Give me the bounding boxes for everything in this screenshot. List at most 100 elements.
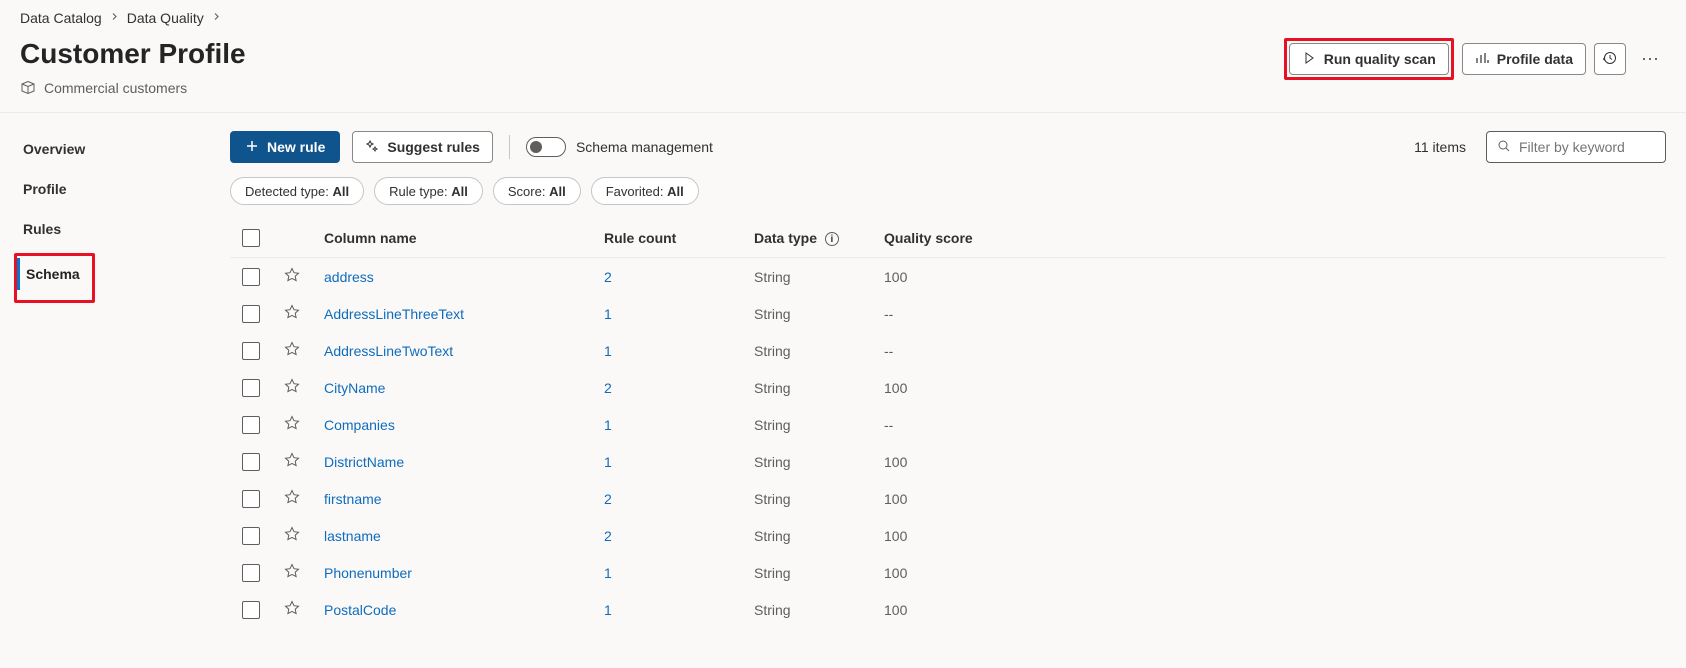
column-name-link[interactable]: lastname xyxy=(324,528,381,544)
row-checkbox[interactable] xyxy=(242,268,260,286)
row-checkbox[interactable] xyxy=(242,601,260,619)
table-row: DistrictName1String100 xyxy=(230,443,1666,480)
schema-management-label: Schema management xyxy=(576,139,713,155)
table-row: address 2 String 100 xyxy=(230,258,1666,296)
nav-rules[interactable]: Rules xyxy=(14,213,196,245)
column-name-link[interactable]: AddressLineTwoText xyxy=(324,343,453,359)
data-type-value: String xyxy=(754,306,791,322)
play-icon xyxy=(1302,51,1316,68)
nav-overview[interactable]: Overview xyxy=(14,133,196,165)
sparkle-icon xyxy=(365,139,379,156)
filter-pill-row: Detected type: All Rule type: All Score:… xyxy=(230,177,1666,205)
column-name-link[interactable]: firstname xyxy=(324,491,382,507)
column-name-link[interactable]: AddressLineThreeText xyxy=(324,306,464,322)
favorited-filter[interactable]: Favorited: All xyxy=(591,177,699,205)
table-row: lastname2String100 xyxy=(230,517,1666,554)
profile-data-label: Profile data xyxy=(1497,51,1573,67)
rule-type-filter[interactable]: Rule type: All xyxy=(374,177,483,205)
table-row: Companies1String-- xyxy=(230,406,1666,443)
star-icon[interactable] xyxy=(284,418,300,434)
rule-count-link[interactable]: 2 xyxy=(604,380,612,396)
run-quality-scan-button[interactable]: Run quality scan xyxy=(1289,43,1449,75)
more-actions-button[interactable]: ⋯ xyxy=(1634,43,1666,75)
history-button[interactable] xyxy=(1594,43,1626,75)
row-checkbox[interactable] xyxy=(242,305,260,323)
column-name-link[interactable]: Phonenumber xyxy=(324,565,412,581)
select-all-checkbox[interactable] xyxy=(242,229,260,247)
toggle-thumb xyxy=(530,141,542,153)
history-icon xyxy=(1603,51,1617,68)
star-icon[interactable] xyxy=(284,307,300,323)
data-type-value: String xyxy=(754,565,791,581)
breadcrumb: Data Catalog Data Quality xyxy=(20,10,1666,26)
quality-score-value: 100 xyxy=(884,454,907,470)
star-icon[interactable] xyxy=(284,529,300,545)
profile-data-button[interactable]: Profile data xyxy=(1462,43,1586,75)
detected-type-filter[interactable]: Detected type: All xyxy=(230,177,364,205)
table-row: firstname2String100 xyxy=(230,480,1666,517)
rule-count-link[interactable]: 1 xyxy=(604,343,612,359)
data-type-value: String xyxy=(754,417,791,433)
row-checkbox[interactable] xyxy=(242,564,260,582)
row-checkbox[interactable] xyxy=(242,342,260,360)
star-icon[interactable] xyxy=(284,492,300,508)
header-quality-score[interactable]: Quality score xyxy=(872,221,1022,258)
new-rule-label: New rule xyxy=(267,139,325,155)
table-row: Phonenumber 1 String 100 xyxy=(230,554,1666,591)
side-nav: Overview Profile Rules Schema xyxy=(0,113,210,648)
rule-count-link[interactable]: 2 xyxy=(604,528,612,544)
filter-input-wrap[interactable] xyxy=(1486,131,1666,163)
info-icon[interactable]: i xyxy=(825,232,839,246)
rule-count-link[interactable]: 1 xyxy=(604,602,612,618)
item-count: 11 items xyxy=(1414,139,1466,155)
rule-count-link[interactable]: 2 xyxy=(604,491,612,507)
quality-score-value: 100 xyxy=(884,565,907,581)
quality-score-value: 100 xyxy=(884,380,907,396)
row-checkbox[interactable] xyxy=(242,527,260,545)
header-column-name[interactable]: Column name xyxy=(312,221,592,258)
score-filter[interactable]: Score: All xyxy=(493,177,581,205)
rule-count-link[interactable]: 1 xyxy=(604,454,612,470)
row-checkbox[interactable] xyxy=(242,379,260,397)
breadcrumb-item[interactable]: Data Catalog xyxy=(20,10,102,26)
row-checkbox[interactable] xyxy=(242,490,260,508)
run-quality-scan-label: Run quality scan xyxy=(1324,51,1436,67)
toolbar: New rule Suggest rules Schema managem xyxy=(230,131,1666,163)
rule-count-link[interactable]: 2 xyxy=(604,269,612,285)
rule-count-link[interactable]: 1 xyxy=(604,565,612,581)
quality-score-value: -- xyxy=(884,306,893,322)
column-name-link[interactable]: address xyxy=(324,269,374,285)
column-name-link[interactable]: DistrictName xyxy=(324,454,404,470)
data-type-value: String xyxy=(754,269,791,285)
column-name-link[interactable]: CityName xyxy=(324,380,385,396)
nav-profile[interactable]: Profile xyxy=(14,173,196,205)
data-type-value: String xyxy=(754,343,791,359)
column-name-link[interactable]: Companies xyxy=(324,417,395,433)
filter-keyword-input[interactable] xyxy=(1519,139,1655,155)
header-rule-count[interactable]: Rule count xyxy=(592,221,742,258)
rule-count-link[interactable]: 1 xyxy=(604,417,612,433)
data-type-value: String xyxy=(754,380,791,396)
quality-score-value: 100 xyxy=(884,269,907,285)
star-icon[interactable] xyxy=(284,381,300,397)
bar-chart-icon xyxy=(1475,51,1489,68)
star-icon[interactable] xyxy=(284,566,300,582)
star-icon[interactable] xyxy=(284,603,300,619)
star-icon[interactable] xyxy=(284,455,300,471)
star-icon[interactable] xyxy=(284,344,300,360)
row-checkbox[interactable] xyxy=(242,453,260,471)
chevron-right-icon xyxy=(212,12,221,24)
schema-management-toggle[interactable]: Schema management xyxy=(526,137,713,157)
new-rule-button[interactable]: New rule xyxy=(230,131,340,163)
suggest-rules-button[interactable]: Suggest rules xyxy=(352,131,493,163)
header-data-type[interactable]: Data type i xyxy=(742,221,872,258)
row-checkbox[interactable] xyxy=(242,416,260,434)
page-title: Customer Profile xyxy=(20,38,246,70)
column-name-link[interactable]: PostalCode xyxy=(324,602,396,618)
star-icon[interactable] xyxy=(284,270,300,286)
rule-count-link[interactable]: 1 xyxy=(604,306,612,322)
quality-score-value: -- xyxy=(884,343,893,359)
breadcrumb-item[interactable]: Data Quality xyxy=(127,10,204,26)
search-icon xyxy=(1497,139,1511,156)
nav-schema[interactable]: Schema xyxy=(17,258,86,290)
